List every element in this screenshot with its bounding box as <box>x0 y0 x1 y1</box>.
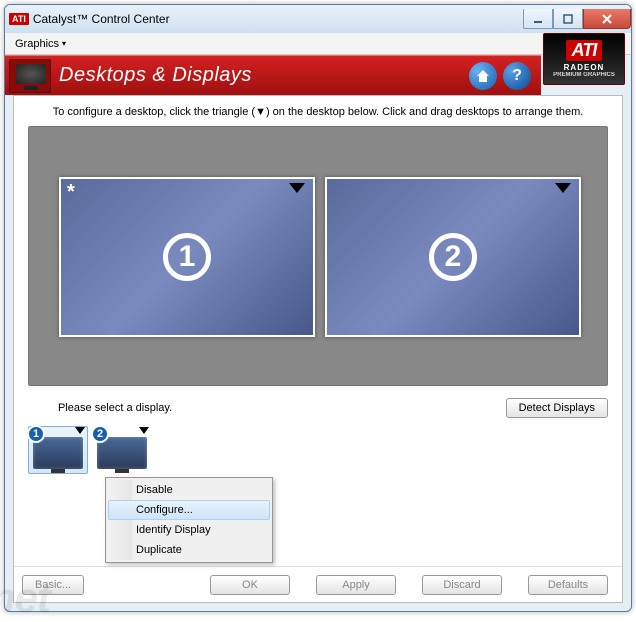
desktop-menu-icon[interactable] <box>289 183 305 193</box>
detect-displays-button[interactable]: Detect Displays <box>506 398 608 418</box>
display-thumb-1[interactable]: 1 <box>28 426 88 474</box>
window-title: Catalyst™ Control Center <box>33 12 170 26</box>
titlebar[interactable]: ATI Catalyst™ Control Center <box>5 5 631 33</box>
window-buttons <box>523 9 631 29</box>
thumb-menu-icon[interactable] <box>75 427 85 434</box>
maximize-button[interactable] <box>553 9 583 29</box>
primary-star-icon: * <box>67 181 75 204</box>
thumb-badge: 1 <box>27 425 45 443</box>
menubar: Graphics ▾ Options ▾ <box>5 33 631 55</box>
ati-logo-line2: PREMIUM GRAPHICS <box>553 72 615 78</box>
monitor-icon <box>97 437 147 469</box>
thumb-menu-icon[interactable] <box>139 427 149 434</box>
defaults-button[interactable]: Defaults <box>528 575 608 595</box>
ctx-duplicate[interactable]: Duplicate <box>108 540 270 560</box>
home-button[interactable] <box>469 62 497 90</box>
select-display-row: Please select a display. Detect Displays <box>28 398 608 418</box>
instructions-text: To configure a desktop, click the triang… <box>14 96 622 126</box>
bottom-button-bar: Basic... OK Apply Discard Defaults <box>14 566 622 602</box>
section-header: Desktops & Displays ? <box>5 55 541 95</box>
desktop-tile-2[interactable]: 2 <box>325 177 581 337</box>
close-icon <box>602 14 612 24</box>
ati-badge: ATI <box>9 13 29 25</box>
ctx-configure[interactable]: Configure... <box>108 500 270 520</box>
desktop-number: 1 <box>163 233 211 281</box>
ctx-identify[interactable]: Identify Display <box>108 520 270 540</box>
desktop-menu-icon[interactable] <box>555 183 571 193</box>
ctx-disable[interactable]: Disable <box>108 480 270 500</box>
home-icon <box>475 68 491 84</box>
help-button[interactable]: ? <box>503 62 531 90</box>
app-window: ATI Catalyst™ Control Center Graphics ▾ … <box>4 4 632 612</box>
close-button[interactable] <box>583 9 631 29</box>
basic-button[interactable]: Basic... <box>22 575 84 595</box>
monitor-icon <box>9 59 51 93</box>
menu-graphics[interactable]: Graphics ▾ <box>9 36 72 52</box>
display-thumb-2[interactable]: 2 <box>92 426 152 474</box>
desktop-tile-1[interactable]: * 1 <box>59 177 315 337</box>
menu-graphics-label: Graphics <box>15 38 59 50</box>
apply-button[interactable]: Apply <box>316 575 396 595</box>
help-icon: ? <box>512 67 522 85</box>
maximize-icon <box>563 14 573 24</box>
display-thumbnails: 1 2 <box>14 422 622 474</box>
discard-button[interactable]: Discard <box>422 575 502 595</box>
monitor-icon <box>33 437 83 469</box>
minimize-button[interactable] <box>523 9 553 29</box>
ati-logo-text: ATI <box>566 40 603 61</box>
chevron-down-icon: ▾ <box>62 39 66 48</box>
ati-logo-line1: RADEON <box>564 63 605 72</box>
minimize-icon <box>533 14 543 24</box>
thumb-badge: 2 <box>91 425 109 443</box>
arrange-area[interactable]: * 1 2 <box>28 126 608 386</box>
desktop-number: 2 <box>429 233 477 281</box>
section-title: Desktops & Displays <box>59 64 463 87</box>
ati-logo: ATI RADEON PREMIUM GRAPHICS <box>543 33 625 85</box>
select-display-label: Please select a display. <box>28 402 506 414</box>
ok-button[interactable]: OK <box>210 575 290 595</box>
context-menu: Disable Configure... Identify Display Du… <box>105 477 273 563</box>
